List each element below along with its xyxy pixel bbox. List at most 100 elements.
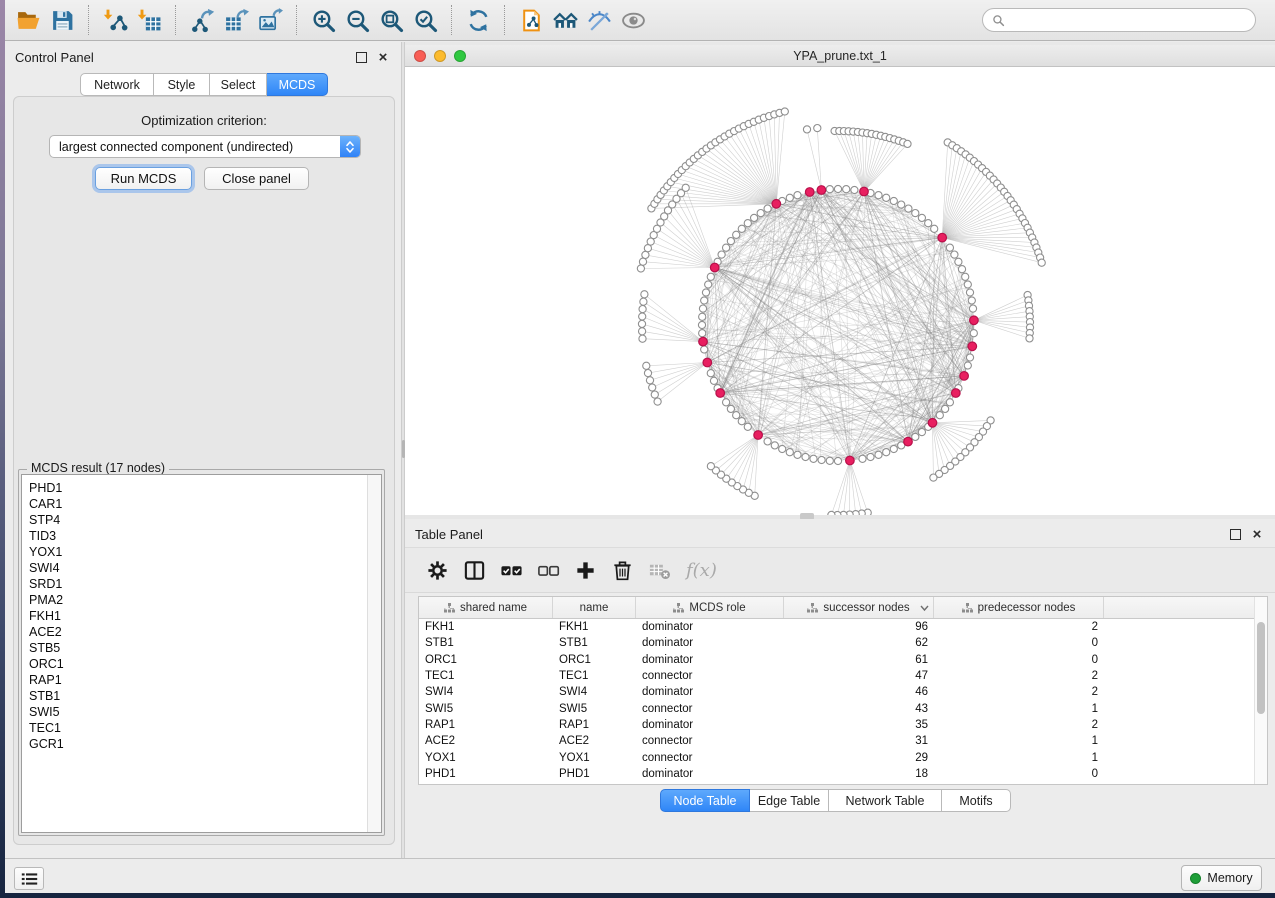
graph-node[interactable] bbox=[970, 330, 977, 337]
show-glyph-icon[interactable] bbox=[616, 5, 650, 35]
mcds-result-item[interactable]: CAR1 bbox=[22, 496, 367, 512]
gear-icon[interactable] bbox=[419, 553, 456, 587]
mcds-list-scrollbar[interactable] bbox=[367, 475, 381, 832]
mcds-result-item[interactable]: SRD1 bbox=[22, 576, 367, 592]
graph-node[interactable] bbox=[834, 457, 841, 464]
zoom-selected-icon[interactable] bbox=[408, 5, 442, 35]
table-row[interactable]: ACE2ACE2connector311 bbox=[419, 733, 1267, 749]
tab-network[interactable]: Network bbox=[80, 73, 154, 96]
mcds-result-item[interactable]: RAP1 bbox=[22, 672, 367, 688]
graph-node[interactable] bbox=[794, 192, 801, 199]
network-canvas[interactable] bbox=[405, 67, 1275, 560]
graph-leaf-node[interactable] bbox=[641, 291, 648, 298]
hide-glyph-icon[interactable] bbox=[582, 5, 616, 35]
graph-leaf-node[interactable] bbox=[814, 125, 821, 132]
graph-node[interactable] bbox=[918, 429, 925, 436]
table-row[interactable]: YOX1YOX1connector291 bbox=[419, 749, 1267, 765]
mcds-result-item[interactable]: STB1 bbox=[22, 688, 367, 704]
refresh-icon[interactable] bbox=[461, 5, 495, 35]
column-header-successor-nodes[interactable]: successor nodes bbox=[784, 597, 934, 618]
graph-node[interactable] bbox=[946, 399, 953, 406]
graph-leaf-node[interactable] bbox=[644, 370, 651, 377]
graph-node[interactable] bbox=[699, 305, 706, 312]
table-row[interactable]: SWI4SWI4dominator462 bbox=[419, 684, 1267, 700]
graph-node[interactable] bbox=[701, 346, 708, 353]
graph-node[interactable] bbox=[733, 412, 740, 419]
column-header-name[interactable]: name bbox=[553, 597, 636, 618]
mcds-result-item[interactable]: TEC1 bbox=[22, 720, 367, 736]
graph-leaf-node[interactable] bbox=[638, 320, 645, 327]
search-input[interactable] bbox=[1011, 12, 1246, 28]
graph-node[interactable] bbox=[890, 445, 897, 452]
graph-node[interactable] bbox=[707, 273, 714, 280]
graph-leaf-node[interactable] bbox=[639, 313, 646, 320]
graph-hub-node[interactable] bbox=[970, 316, 979, 325]
table-row[interactable]: PHD1PHD1dominator180 bbox=[419, 766, 1267, 782]
export-image-icon[interactable] bbox=[253, 5, 287, 35]
close-panel-icon[interactable]: × bbox=[375, 49, 391, 65]
tab-network-table[interactable]: Network Table bbox=[829, 789, 942, 812]
tab-style[interactable]: Style bbox=[154, 73, 210, 96]
graph-hub-node[interactable] bbox=[846, 456, 855, 465]
graph-node[interactable] bbox=[698, 321, 705, 328]
graph-node[interactable] bbox=[966, 289, 973, 296]
graph-node[interactable] bbox=[710, 377, 717, 384]
graph-hub-node[interactable] bbox=[928, 419, 937, 428]
mcds-result-list[interactable]: PHD1CAR1STP4TID3YOX1SWI4SRD1PMA2FKH1ACE2… bbox=[21, 474, 382, 833]
table-row[interactable]: SWI5SWI5connector431 bbox=[419, 700, 1267, 716]
graph-hub-node[interactable] bbox=[960, 372, 969, 381]
table-row[interactable]: STB1STB1dominator620 bbox=[419, 635, 1267, 651]
graph-hub-node[interactable] bbox=[968, 342, 977, 351]
graph-node[interactable] bbox=[723, 244, 730, 251]
graph-node[interactable] bbox=[699, 330, 706, 337]
mcds-result-item[interactable]: ORC1 bbox=[22, 656, 367, 672]
graph-node[interactable] bbox=[738, 225, 745, 232]
graph-node[interactable] bbox=[964, 362, 971, 369]
table-scrollbar-thumb[interactable] bbox=[1257, 622, 1265, 714]
table-row[interactable]: FKH1FKH1dominator962 bbox=[419, 619, 1267, 635]
graph-node[interactable] bbox=[723, 399, 730, 406]
column-header-shared-name[interactable]: shared name bbox=[419, 597, 553, 618]
close-panel-button[interactable]: Close panel bbox=[204, 167, 309, 190]
graph-leaf-node[interactable] bbox=[654, 398, 661, 405]
graph-node[interactable] bbox=[707, 370, 714, 377]
graph-leaf-node[interactable] bbox=[646, 377, 653, 384]
search-box[interactable] bbox=[982, 8, 1256, 32]
table-row[interactable]: RAP1RAP1dominator352 bbox=[419, 717, 1267, 733]
zoom-in-icon[interactable] bbox=[306, 5, 340, 35]
table-row[interactable]: TEC1TEC1connector472 bbox=[419, 668, 1267, 684]
graph-node[interactable] bbox=[898, 201, 905, 208]
graph-node[interactable] bbox=[962, 273, 969, 280]
graph-hub-node[interactable] bbox=[710, 263, 719, 272]
tab-select[interactable]: Select bbox=[210, 73, 267, 96]
graph-hub-node[interactable] bbox=[805, 188, 814, 197]
graph-node[interactable] bbox=[890, 197, 897, 204]
graph-leaf-node[interactable] bbox=[642, 251, 649, 258]
plus-icon[interactable] bbox=[567, 553, 604, 587]
columns-icon[interactable] bbox=[456, 553, 493, 587]
zoom-out-icon[interactable] bbox=[340, 5, 374, 35]
graph-leaf-node[interactable] bbox=[639, 258, 646, 265]
graph-node[interactable] bbox=[764, 205, 771, 212]
graph-hub-node[interactable] bbox=[952, 389, 961, 398]
import-table-icon[interactable] bbox=[132, 5, 166, 35]
graph-hub-node[interactable] bbox=[860, 187, 869, 196]
graph-leaf-node[interactable] bbox=[1026, 335, 1033, 342]
criterion-dropdown[interactable]: largest connected component (undirected) bbox=[49, 135, 361, 158]
graph-leaf-node[interactable] bbox=[640, 298, 647, 305]
graph-node[interactable] bbox=[925, 220, 932, 227]
mcds-result-item[interactable]: STB5 bbox=[22, 640, 367, 656]
graph-node[interactable] bbox=[738, 418, 745, 425]
graph-leaf-node[interactable] bbox=[637, 265, 644, 272]
mcds-result-item[interactable]: STP4 bbox=[22, 512, 367, 528]
graph-hub-node[interactable] bbox=[904, 437, 913, 446]
table-scrollbar[interactable] bbox=[1254, 597, 1267, 784]
graph-node[interactable] bbox=[875, 192, 882, 199]
graph-leaf-node[interactable] bbox=[639, 306, 646, 313]
graph-node[interactable] bbox=[718, 251, 725, 258]
graph-node[interactable] bbox=[912, 433, 919, 440]
mcds-result-item[interactable]: PHD1 bbox=[22, 480, 367, 496]
graph-node[interactable] bbox=[733, 231, 740, 238]
graph-hub-node[interactable] bbox=[716, 389, 725, 398]
export-table-icon[interactable] bbox=[219, 5, 253, 35]
